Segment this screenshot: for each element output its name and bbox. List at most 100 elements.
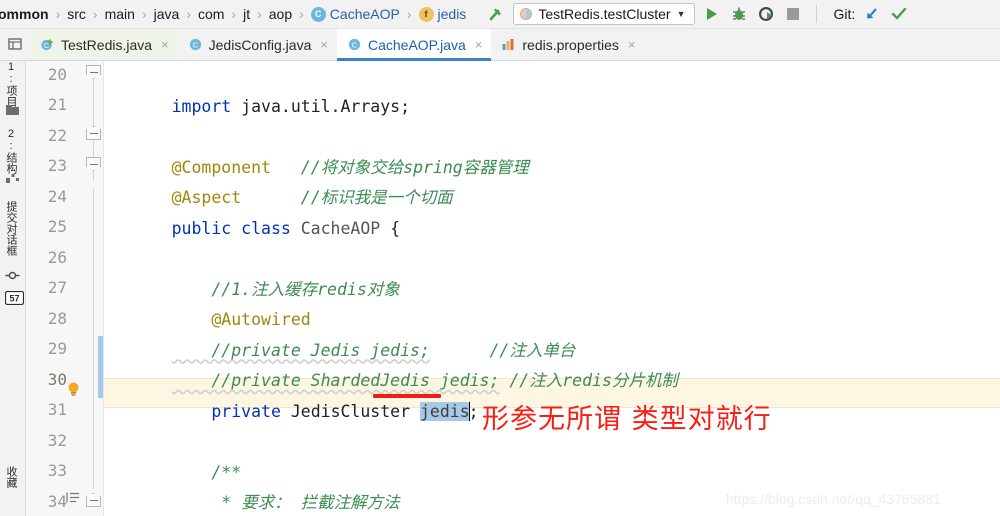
git-commit-icon[interactable] [889, 4, 909, 24]
line-number: 28 [47, 309, 67, 328]
debug-icon[interactable] [729, 4, 749, 24]
watermark-text: https://blog.csdn.net/qq_43765881 [726, 491, 941, 507]
close-icon[interactable]: × [161, 37, 169, 52]
code-folding-column[interactable] [84, 61, 104, 516]
code-line-30[interactable]: private JedisCluster jedis; [112, 366, 479, 421]
fold-marker-icon[interactable] [86, 493, 101, 507]
breadcrumb-item-main[interactable]: main [103, 6, 137, 22]
editor-tab-bar: C TestRedis.java × C JedisConfig.java × … [0, 29, 1000, 61]
java-class-icon: C [347, 37, 362, 52]
stop-icon[interactable] [783, 4, 803, 24]
breadcrumb-item-jt[interactable]: jt [241, 6, 252, 22]
line-number: 29 [47, 339, 67, 358]
breadcrumb-separator: › [186, 6, 191, 22]
breadcrumb-separator: › [299, 6, 304, 22]
code-token-keyword: public class [171, 218, 301, 238]
tab-label: CacheAOP.java [367, 36, 466, 53]
counter-badge[interactable]: 57 [4, 290, 25, 306]
code-token-semicolon: ; [468, 401, 479, 421]
git-update-icon[interactable] [862, 4, 882, 24]
hammer-icon[interactable] [486, 4, 506, 24]
editor-gutter[interactable]: 20 21 22 23 24 25 26 27 28 29 30 31 32 3… [26, 61, 104, 516]
breadcrumb-item-com[interactable]: com [196, 6, 226, 22]
code-line-32[interactable]: /** [112, 427, 241, 482]
red-underline-annotation [373, 394, 441, 398]
line-number: 32 [47, 431, 67, 450]
sidebar-item-structure[interactable]: 2:结构 [3, 128, 19, 174]
breadcrumb-item-field[interactable]: f jedis [417, 6, 469, 22]
code-token-keyword: import [171, 96, 242, 116]
line-number: 23 [47, 156, 67, 175]
svg-text:C: C [192, 41, 198, 50]
tab-label: TestRedis.java [61, 36, 153, 53]
line-number: 21 [47, 95, 67, 114]
vcs-change-marker[interactable] [98, 336, 103, 398]
line-number: 24 [47, 187, 67, 206]
code-line-28[interactable]: //private Jedis jedis; //注入单台 [112, 305, 575, 360]
line-number: 22 [47, 126, 67, 145]
svg-text:C: C [44, 43, 49, 50]
sidebar-item-project[interactable]: 1:项目 [3, 61, 19, 107]
close-icon[interactable]: × [475, 37, 483, 52]
code-token-text: java.util.Arrays; [241, 96, 411, 116]
line-number: 27 [47, 278, 67, 297]
selected-identifier[interactable]: jedis [419, 401, 470, 421]
tab-jedisconfig[interactable]: C JedisConfig.java × [178, 29, 337, 60]
run-icon[interactable] [702, 4, 722, 24]
line-number: 33 [47, 461, 67, 480]
code-line-26[interactable]: //1.注入缓存redis对象 [112, 244, 399, 299]
commit-icon[interactable] [5, 269, 20, 284]
code-line-34[interactable]: * 打印： [112, 488, 291, 516]
line-number: 34 [47, 492, 67, 511]
top-toolbar: ommon › src › main › java › com › jt › a… [0, 0, 1000, 29]
code-line-33[interactable]: * 要求： 拦截注解方法 [112, 458, 399, 512]
breadcrumb-item-aop[interactable]: aop [267, 6, 294, 22]
breadcrumb-item-class[interactable]: C CacheAOP [309, 6, 402, 22]
red-note-annotation: 形参无所谓 类型对就行 [482, 404, 772, 435]
run-with-coverage-icon[interactable] [756, 4, 776, 24]
line-number-current: 30 [47, 370, 67, 389]
code-token-comment-trailing: //注入redis分片机制 [499, 371, 678, 390]
structure-icon[interactable] [5, 171, 20, 186]
close-icon[interactable]: × [320, 37, 328, 52]
code-token-type: JedisCluster [290, 401, 420, 421]
breadcrumb: ommon › src › main › java › com › jt › a… [0, 6, 468, 22]
project-folder-icon[interactable] [5, 103, 20, 118]
code-text-area[interactable]: import java.util.Arrays; @Component //将对… [104, 61, 1000, 516]
tab-redis-properties[interactable]: redis.properties × [491, 29, 644, 60]
run-config-icon [520, 8, 533, 20]
fold-marker-icon[interactable] [86, 126, 101, 140]
breadcrumb-separator: › [141, 6, 147, 22]
code-line-27[interactable]: @Autowired [112, 275, 310, 329]
chevron-down-icon: ▼ [676, 9, 686, 19]
sidebar-item-favorites[interactable]: 收藏 [3, 466, 19, 488]
run-toolbar: TestRedis.testCluster ▼ Git: [486, 3, 909, 25]
sidebar-item-commit[interactable]: 提交对话框 [3, 201, 19, 256]
line-number: 26 [47, 248, 67, 267]
code-line-24[interactable]: public class CacheAOP { [112, 183, 400, 238]
svg-text:C: C [352, 41, 358, 50]
run-config-label: TestRedis.testCluster [538, 6, 671, 22]
tab-cacheaop[interactable]: C CacheAOP.java × [336, 29, 492, 61]
breadcrumb-separator: › [231, 6, 237, 22]
java-test-class-icon: C [40, 37, 55, 52]
close-icon[interactable]: × [628, 37, 636, 52]
code-line-20[interactable]: import java.util.Arrays; [112, 61, 410, 116]
tab-testredis[interactable]: C TestRedis.java × [30, 29, 178, 60]
breadcrumb-item-src[interactable]: src [65, 6, 88, 22]
code-line-29[interactable]: //private ShardedJedis jedis; //注入redis分… [112, 336, 678, 390]
properties-file-icon [501, 37, 516, 52]
code-line-22[interactable]: @Component //将对象交给spring容器管理 [112, 122, 529, 177]
fold-marker-icon[interactable] [86, 65, 101, 79]
code-token-classname: CacheAOP [300, 218, 391, 238]
code-editor[interactable]: 20 21 22 23 24 25 26 27 28 29 30 31 32 3… [26, 61, 1000, 516]
breadcrumb-item-module[interactable]: ommon [0, 6, 51, 22]
code-line-23[interactable]: @Aspect //标识我是一个切面 [112, 153, 453, 207]
intention-bulb-icon[interactable] [66, 381, 80, 397]
code-token-keyword: private [171, 401, 291, 421]
run-configuration-selector[interactable]: TestRedis.testCluster ▼ [513, 3, 695, 25]
fold-marker-icon[interactable] [86, 157, 101, 171]
git-label: Git: [833, 6, 856, 22]
java-class-icon: C [188, 37, 203, 52]
breadcrumb-item-java[interactable]: java [152, 6, 182, 22]
